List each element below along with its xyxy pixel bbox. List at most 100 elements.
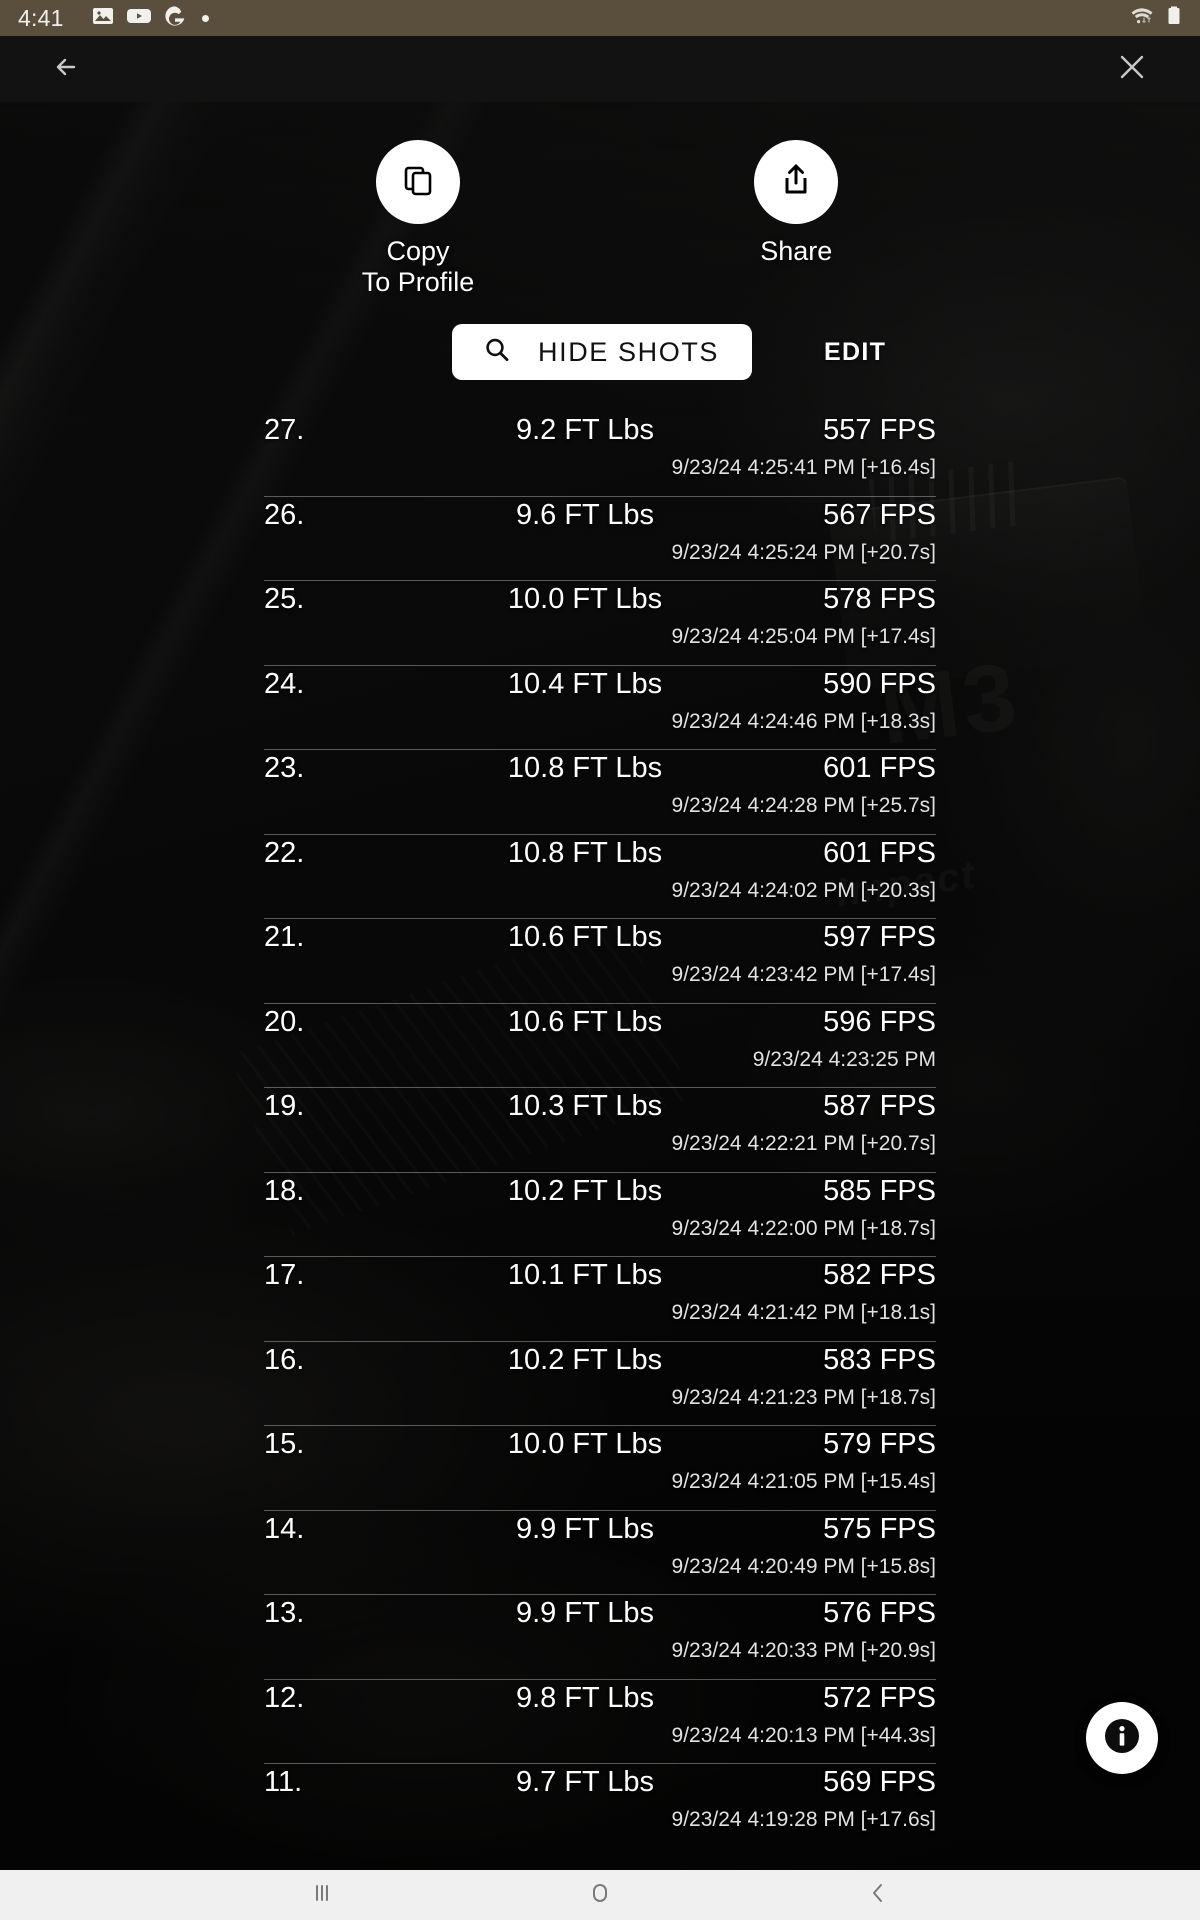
shot-row[interactable]: 26. 9.6 FT Lbs 567 FPS 9/23/24 4:25:24 PM [… bbox=[264, 497, 936, 581]
status-bar: 4:41 bbox=[0, 0, 1200, 36]
hide-shots-button[interactable]: HIDE SHOTS bbox=[452, 324, 752, 380]
shot-speed: 596 FPS bbox=[823, 1005, 936, 1038]
shot-speed: 575 FPS bbox=[823, 1512, 936, 1545]
shot-speed: 583 FPS bbox=[823, 1343, 936, 1376]
shot-speed: 587 FPS bbox=[823, 1090, 936, 1122]
shot-timestamp: 9/23/24 4:23:25 PM bbox=[752, 1047, 936, 1071]
shot-timestamp: 9/23/24 4:24:02 PM [+20.3s] bbox=[671, 878, 936, 902]
shot-row-main: 24. 10.4 FT Lbs 590 FPS bbox=[264, 666, 936, 712]
shot-row-main: 22. 10.8 FT Lbs 601 FPS bbox=[264, 835, 936, 881]
nav-back-button[interactable] bbox=[843, 1870, 913, 1920]
action-buttons: Copy To Profile Share bbox=[0, 140, 1200, 299]
shot-row[interactable]: 23. 10.8 FT Lbs 601 FPS 9/23/24 4:24:28 PM … bbox=[264, 750, 936, 835]
shot-timestamp: 9/23/24 4:23:42 PM [+17.4s] bbox=[671, 963, 936, 986]
shot-timestamp: 9/23/24 4:25:41 PM [+16.4s] bbox=[671, 456, 936, 479]
back-button[interactable] bbox=[40, 41, 96, 97]
shot-row[interactable]: 18. 10.2 FT Lbs 585 FPS 9/23/24 4:22:00 PM … bbox=[264, 1173, 936, 1257]
dot-icon bbox=[201, 14, 209, 22]
app-bar bbox=[0, 36, 1200, 102]
shot-speed: 601 FPS bbox=[823, 836, 936, 869]
app-screen: 4:41 Copy To Profile Share HIDE SHOTS ED… bbox=[0, 0, 1200, 1920]
copy-to-profile-button[interactable]: Copy To Profile bbox=[361, 140, 475, 299]
shot-timestamp: 9/23/24 4:21:23 PM [+18.7s] bbox=[671, 1385, 936, 1409]
shot-row[interactable]: 15. 10.0 FT Lbs 579 FPS 9/23/24 4:21:05 PM … bbox=[264, 1426, 936, 1511]
shot-row-main: 23. 10.8 FT Lbs 601 FPS bbox=[264, 750, 936, 796]
shot-row[interactable]: 25. 10.0 FT Lbs 578 FPS 9/23/24 4:25:04 PM … bbox=[264, 581, 936, 666]
shot-speed: 576 FPS bbox=[823, 1597, 936, 1629]
shot-row-main: 18. 10.2 FT Lbs 585 FPS bbox=[264, 1173, 936, 1219]
image-icon bbox=[91, 4, 115, 33]
shot-speed: 601 FPS bbox=[823, 752, 936, 784]
shot-row[interactable]: 11. 9.7 FT Lbs 569 FPS 9/23/24 4:19:28 PM [… bbox=[264, 1764, 936, 1836]
shot-timestamp: 9/23/24 4:20:13 PM [+44.3s] bbox=[671, 1723, 936, 1747]
shot-row[interactable]: 16. 10.2 FT Lbs 583 FPS 9/23/24 4:21:23 PM … bbox=[264, 1342, 936, 1426]
search-icon bbox=[482, 335, 512, 370]
shot-row-main: 21. 10.6 FT Lbs 597 FPS bbox=[264, 919, 936, 965]
shot-timestamp: 9/23/24 4:21:05 PM [+15.4s] bbox=[671, 1470, 936, 1493]
hide-shots-label: HIDE SHOTS bbox=[538, 336, 720, 367]
close-icon bbox=[1113, 48, 1151, 91]
shot-timestamp: 9/23/24 4:24:28 PM [+25.7s] bbox=[671, 794, 936, 817]
shot-row[interactable]: 27. 9.2 FT Lbs 557 FPS 9/23/24 4:25:41 PM [… bbox=[264, 412, 936, 497]
shot-speed: 578 FPS bbox=[823, 583, 936, 615]
shot-timestamp: 9/23/24 4:20:49 PM [+15.8s] bbox=[671, 1554, 936, 1578]
shot-row-main: 20. 10.6 FT Lbs 596 FPS bbox=[264, 1004, 936, 1050]
shot-timestamp: 9/23/24 4:21:42 PM [+18.1s] bbox=[671, 1301, 936, 1324]
info-icon bbox=[1099, 1713, 1145, 1764]
shot-speed: 569 FPS bbox=[823, 1766, 936, 1798]
info-button[interactable] bbox=[1086, 1702, 1158, 1774]
status-bar-right bbox=[1127, 4, 1182, 33]
share-label: Share bbox=[760, 236, 833, 266]
shot-row[interactable]: 14. 9.9 FT Lbs 575 FPS 9/23/24 4:20:49 PM [… bbox=[264, 1511, 936, 1595]
system-nav-bar bbox=[0, 1870, 1200, 1920]
home-button[interactable] bbox=[565, 1870, 635, 1920]
shot-timestamp: 9/23/24 4:24:46 PM [+18.3s] bbox=[671, 709, 936, 733]
shot-row[interactable]: 17. 10.1 FT Lbs 582 FPS 9/23/24 4:21:42 PM … bbox=[264, 1257, 936, 1342]
shot-timestamp: 9/23/24 4:22:00 PM [+18.7s] bbox=[671, 1216, 936, 1240]
shot-speed: 597 FPS bbox=[823, 921, 936, 953]
shot-speed: 557 FPS bbox=[823, 414, 936, 446]
shot-speed: 582 FPS bbox=[823, 1259, 936, 1291]
shot-list[interactable]: 27. 9.2 FT Lbs 557 FPS 9/23/24 4:25:41 PM [… bbox=[264, 412, 936, 1836]
shot-row[interactable]: 12. 9.8 FT Lbs 572 FPS 9/23/24 4:20:13 PM [… bbox=[264, 1680, 936, 1764]
arrow-left-icon bbox=[48, 47, 88, 92]
shot-row-main: 14. 9.9 FT Lbs 575 FPS bbox=[264, 1511, 936, 1557]
back-chevron-icon bbox=[863, 1878, 893, 1913]
status-bar-left: 4:41 bbox=[18, 4, 209, 33]
shot-row[interactable]: 13. 9.9 FT Lbs 576 FPS 9/23/24 4:20:33 PM [… bbox=[264, 1595, 936, 1680]
shot-row[interactable]: 24. 10.4 FT Lbs 590 FPS 9/23/24 4:24:46 PM … bbox=[264, 666, 936, 750]
close-button[interactable] bbox=[1104, 41, 1160, 97]
share-button-circle bbox=[754, 140, 839, 224]
google-icon bbox=[163, 4, 187, 33]
shot-row-main: 13. 9.9 FT Lbs 576 FPS bbox=[264, 1595, 936, 1641]
recents-icon bbox=[307, 1878, 337, 1913]
shot-row-main: 15. 10.0 FT Lbs 579 FPS bbox=[264, 1426, 936, 1472]
shot-row-main: 16. 10.2 FT Lbs 583 FPS bbox=[264, 1342, 936, 1388]
share-icon bbox=[776, 160, 816, 205]
shot-row-main: 19. 10.3 FT Lbs 587 FPS bbox=[264, 1088, 936, 1134]
share-button[interactable]: Share bbox=[754, 140, 839, 299]
shot-row-main: 11. 9.7 FT Lbs 569 FPS bbox=[264, 1764, 936, 1810]
youtube-icon bbox=[126, 4, 152, 33]
shot-row[interactable]: 20. 10.6 FT Lbs 596 FPS 9/23/24 4:23:25 PM bbox=[264, 1004, 936, 1088]
home-icon bbox=[585, 1878, 615, 1913]
copy-button-circle bbox=[376, 140, 460, 224]
shot-speed: 585 FPS bbox=[823, 1174, 936, 1207]
shot-row[interactable]: 22. 10.8 FT Lbs 601 FPS 9/23/24 4:24:02 PM … bbox=[264, 835, 936, 919]
shot-speed: 567 FPS bbox=[823, 498, 936, 531]
shot-row[interactable]: 19. 10.3 FT Lbs 587 FPS 9/23/24 4:22:21 PM … bbox=[264, 1088, 936, 1173]
shot-timestamp: 9/23/24 4:20:33 PM [+20.9s] bbox=[671, 1639, 936, 1662]
recents-button[interactable] bbox=[287, 1870, 357, 1920]
shot-speed: 579 FPS bbox=[823, 1428, 936, 1460]
edit-button[interactable]: EDIT bbox=[814, 330, 896, 375]
shot-row[interactable]: 21. 10.6 FT Lbs 597 FPS 9/23/24 4:23:42 PM … bbox=[264, 919, 936, 1004]
copy-icon bbox=[398, 160, 438, 205]
battery-icon bbox=[1166, 4, 1182, 33]
shot-row-main: 27. 9.2 FT Lbs 557 FPS bbox=[264, 412, 936, 458]
shot-timestamp: 9/23/24 4:25:24 PM [+20.7s] bbox=[671, 540, 936, 564]
shot-speed: 590 FPS bbox=[823, 667, 936, 700]
wifi-icon bbox=[1127, 4, 1157, 33]
shot-row-main: 25. 10.0 FT Lbs 578 FPS bbox=[264, 581, 936, 627]
shot-timestamp: 9/23/24 4:22:21 PM [+20.7s] bbox=[671, 1132, 936, 1155]
copy-to-profile-label: Copy To Profile bbox=[361, 236, 475, 298]
